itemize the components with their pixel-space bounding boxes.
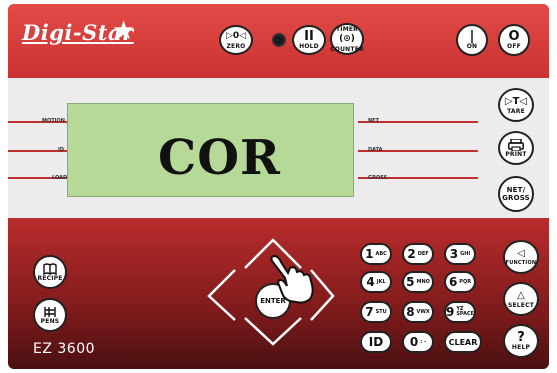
motion-label: MOTION bbox=[42, 118, 65, 124]
zero-icon: ▷0◁ bbox=[225, 31, 247, 41]
pens-icon bbox=[44, 306, 56, 317]
pointing-hand-icon bbox=[270, 255, 314, 304]
tare-button[interactable]: ▷T◁ TARE bbox=[498, 88, 534, 122]
key-sublabel: VWX bbox=[416, 308, 430, 315]
key-label: 4 bbox=[366, 275, 375, 289]
key-9[interactable]: 9 YZ SPACE bbox=[444, 301, 476, 323]
key-6[interactable]: 6 PQR bbox=[444, 271, 476, 293]
key-label: 6 bbox=[448, 275, 458, 289]
key-sublabel: GHI bbox=[460, 250, 471, 257]
left-arrow-button[interactable] bbox=[207, 270, 237, 322]
down-arrow-button[interactable] bbox=[245, 318, 305, 348]
select-button[interactable]: △ SELECT bbox=[503, 282, 539, 316]
key-label: 0 bbox=[409, 335, 419, 349]
timer-label: TIMER bbox=[335, 25, 358, 33]
key-sublabel: PQR bbox=[459, 278, 472, 285]
key-7[interactable]: 7 STU bbox=[360, 301, 392, 323]
help-button[interactable]: ? HELP bbox=[503, 324, 539, 358]
on-label: ON bbox=[466, 43, 478, 50]
print-button[interactable]: PRINT bbox=[498, 131, 534, 165]
function-label: FUNCTION bbox=[505, 260, 537, 266]
zero-label: ZERO bbox=[226, 43, 246, 50]
status-led bbox=[272, 33, 286, 47]
pens-label: PENS bbox=[40, 317, 60, 325]
off-button[interactable]: O OFF bbox=[498, 24, 530, 56]
key-1[interactable]: 1 ABC bbox=[360, 243, 392, 265]
on-button[interactable]: | ON bbox=[456, 24, 488, 56]
key-5[interactable]: 5 MNO bbox=[402, 271, 434, 293]
recipe-label: RECIPE bbox=[37, 274, 63, 282]
brand-star-icon: ★ bbox=[112, 16, 136, 46]
load-label: LOAD bbox=[52, 175, 68, 181]
tare-icon: ▷T◁ bbox=[504, 96, 528, 107]
key-clear[interactable]: CLEAR bbox=[444, 331, 482, 353]
data-label: DATA bbox=[368, 147, 383, 153]
help-label: HELP bbox=[511, 344, 531, 351]
key-0[interactable]: 0: - bbox=[402, 331, 434, 353]
hold-label: HOLD bbox=[299, 43, 319, 50]
key-label: 8 bbox=[406, 305, 415, 319]
pens-button[interactable]: PENS bbox=[33, 298, 67, 332]
recipe-button[interactable]: RECIPE bbox=[33, 255, 67, 289]
off-label: OFF bbox=[507, 43, 521, 50]
key-label: 5 bbox=[406, 275, 415, 289]
model-name: EZ 3600 bbox=[33, 341, 96, 357]
net-gross-button[interactable]: NET/ GROSS bbox=[498, 176, 534, 212]
key-label: 3 bbox=[449, 247, 459, 261]
key-label: 7 bbox=[365, 305, 374, 319]
key-2[interactable]: 2 DEF bbox=[402, 243, 434, 265]
key-4[interactable]: 4 JKL bbox=[360, 271, 392, 293]
power-on-icon: | bbox=[469, 29, 475, 44]
key-id[interactable]: ID bbox=[360, 331, 392, 353]
gross-label: GROSS bbox=[368, 175, 388, 181]
printer-icon bbox=[508, 138, 524, 151]
key-label: 2 bbox=[407, 247, 416, 261]
power-off-icon: O bbox=[508, 29, 520, 44]
function-icon: ◁ bbox=[517, 248, 525, 259]
tare-label: TARE bbox=[507, 108, 525, 115]
help-icon: ? bbox=[517, 330, 525, 345]
key-sublabel: ABC bbox=[375, 250, 387, 257]
net-gross-label: NET/ GROSS bbox=[502, 186, 530, 202]
key-sublabel: JKL bbox=[376, 278, 386, 285]
key-3[interactable]: 3 GHI bbox=[444, 243, 476, 265]
select-label: SELECT bbox=[507, 302, 535, 309]
key-label: ID bbox=[368, 335, 384, 349]
print-label: PRINT bbox=[505, 150, 527, 158]
key-8[interactable]: 8 VWX bbox=[402, 301, 434, 323]
key-sublabel: DEF bbox=[417, 250, 429, 257]
lcd-readout: COR bbox=[158, 130, 281, 186]
recipe-icon bbox=[43, 262, 57, 275]
key-sublabel: : - bbox=[420, 338, 427, 345]
key-label: CLEAR bbox=[448, 337, 478, 347]
key-sublabel: MNO bbox=[416, 278, 430, 285]
key-label: 9 bbox=[445, 305, 455, 319]
zero-button[interactable]: ▷0◁ ZERO bbox=[219, 25, 253, 55]
id-label: ID bbox=[58, 147, 65, 153]
net-label: NET bbox=[368, 118, 380, 124]
key-sublabel: STU bbox=[375, 308, 387, 315]
hold-button[interactable]: II HOLD bbox=[292, 25, 326, 55]
counter-label: COUNTER bbox=[330, 45, 364, 53]
key-label: 1 bbox=[365, 247, 374, 261]
timer-icon: (⊙) bbox=[339, 33, 355, 44]
select-icon: △ bbox=[517, 290, 525, 301]
function-button[interactable]: ◁ FUNCTION bbox=[503, 240, 539, 274]
hold-icon: II bbox=[304, 29, 314, 44]
timer-counter-button[interactable]: TIMER (⊙) COUNTER bbox=[330, 23, 364, 55]
key-sublabel: YZ SPACE bbox=[456, 306, 475, 317]
